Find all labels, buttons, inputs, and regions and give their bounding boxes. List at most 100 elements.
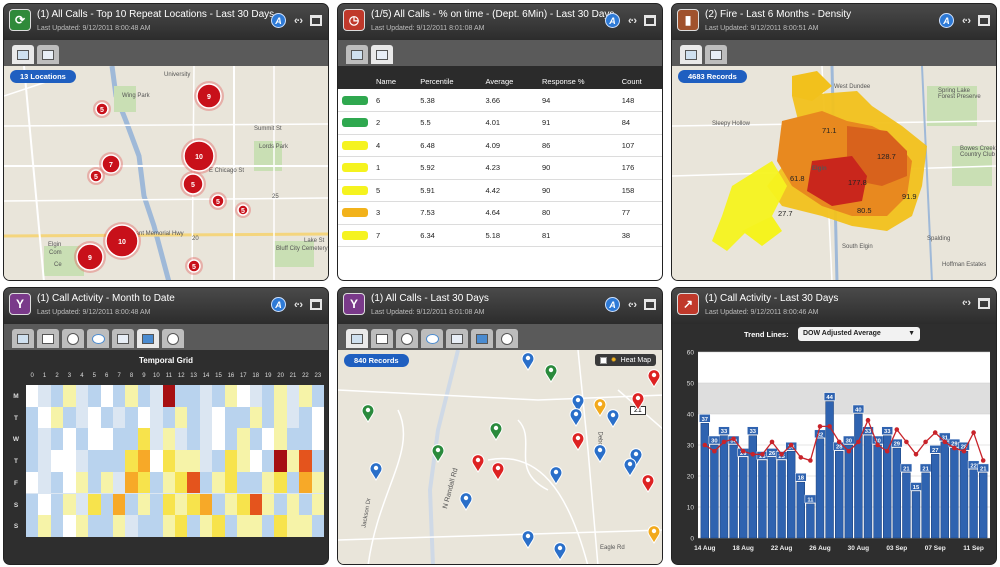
heat-map-toggle[interactable]: ✹ Heat Map — [594, 354, 656, 366]
heat-cell[interactable] — [75, 385, 89, 407]
trend-point[interactable] — [779, 452, 784, 457]
heat-cell[interactable] — [112, 493, 126, 516]
heat-cell[interactable] — [150, 471, 163, 494]
trend-point[interactable] — [865, 417, 871, 423]
bar[interactable] — [911, 491, 921, 539]
tab-table[interactable] — [705, 45, 727, 64]
heat-cell[interactable] — [137, 450, 151, 472]
cluster-marker[interactable]: 9 — [194, 81, 224, 111]
heat-cell[interactable] — [75, 471, 89, 494]
trend-point[interactable] — [846, 448, 852, 454]
trend-point[interactable] — [702, 442, 708, 448]
bar[interactable] — [873, 444, 882, 539]
heat-cell[interactable] — [88, 428, 101, 451]
table-row[interactable]: 1 5.92 4.23 90 176 — [338, 156, 662, 180]
incident-marker[interactable] — [489, 422, 503, 441]
heat-cell[interactable] — [311, 406, 325, 429]
heat-cell[interactable] — [274, 515, 287, 537]
heat-cell[interactable] — [286, 450, 300, 472]
heat-cell[interactable] — [88, 515, 101, 537]
bar[interactable] — [739, 457, 748, 539]
heat-cell[interactable] — [38, 450, 51, 472]
heat-cell[interactable] — [150, 450, 163, 472]
heat-cell[interactable] — [299, 428, 312, 451]
incident-marker[interactable] — [521, 352, 535, 371]
heat-cell[interactable] — [75, 428, 89, 451]
heat-cell[interactable] — [50, 385, 64, 407]
cluster-marker[interactable]: 5 — [185, 257, 203, 275]
heat-cell[interactable] — [125, 493, 138, 516]
maximize-icon[interactable] — [310, 15, 322, 26]
heat-cell[interactable] — [249, 406, 262, 429]
heat-cell[interactable] — [162, 493, 176, 516]
column-header[interactable]: Count — [617, 74, 662, 89]
refresh-icon[interactable]: ⟳ — [9, 9, 31, 31]
heat-cell[interactable] — [26, 428, 39, 451]
heat-cell[interactable] — [311, 385, 325, 407]
bar[interactable] — [825, 401, 834, 539]
heat-cell[interactable] — [199, 515, 213, 537]
heat-cell[interactable] — [311, 428, 325, 451]
heat-cell[interactable] — [112, 471, 126, 494]
incident-marker[interactable] — [361, 404, 375, 423]
trend-point[interactable] — [971, 430, 976, 435]
tab-stopwatch[interactable] — [162, 329, 184, 348]
heat-cell[interactable] — [299, 515, 312, 537]
tab-table[interactable] — [371, 45, 393, 64]
navigate-arrows-icon[interactable]: ‹·› — [294, 299, 303, 311]
trend-point[interactable] — [817, 424, 823, 429]
tab-map[interactable] — [346, 329, 368, 348]
heat-cell[interactable] — [261, 385, 275, 407]
heat-cell[interactable] — [162, 515, 176, 537]
heat-cell[interactable] — [38, 471, 51, 494]
heat-cell[interactable] — [63, 406, 76, 429]
navigate-arrows-icon[interactable]: ‹·› — [294, 15, 303, 27]
bar[interactable] — [796, 481, 805, 539]
bar[interactable] — [806, 503, 815, 539]
repeat-locations-map[interactable]: Wing Park University Summit St Lords Par… — [4, 66, 328, 280]
column-header[interactable]: Name — [372, 74, 417, 89]
tab-stopwatch[interactable] — [496, 329, 518, 348]
heat-cell[interactable] — [299, 406, 312, 429]
auto-refresh-icon[interactable]: A — [605, 297, 620, 312]
heat-cell[interactable] — [261, 428, 275, 451]
heat-cell[interactable] — [38, 406, 51, 429]
bar[interactable] — [700, 423, 709, 539]
table-row[interactable]: 2 5.5 4.01 91 84 — [338, 111, 662, 135]
heat-cell[interactable] — [162, 385, 176, 407]
table-row[interactable]: 7 6.34 5.18 81 38 — [338, 224, 662, 247]
fire-icon[interactable]: ▮ — [677, 9, 699, 31]
heat-cell[interactable] — [150, 515, 163, 537]
cluster-marker[interactable]: 5 — [235, 202, 251, 218]
heat-cell[interactable] — [212, 428, 225, 451]
tab-table[interactable] — [112, 329, 134, 348]
heat-cell[interactable] — [237, 515, 250, 537]
trend-point[interactable] — [750, 452, 756, 457]
navigate-arrows-icon[interactable]: ‹·› — [628, 15, 637, 27]
heat-cell[interactable] — [50, 428, 64, 451]
trend-point[interactable] — [788, 442, 794, 448]
navigate-arrows-icon[interactable]: ‹·› — [628, 299, 637, 311]
bar[interactable] — [969, 469, 978, 539]
heat-cell[interactable] — [150, 385, 163, 407]
heat-cell[interactable] — [187, 385, 200, 407]
bar[interactable] — [777, 460, 786, 539]
tab-temporal-grid[interactable] — [137, 329, 159, 348]
heat-cell[interactable] — [249, 428, 262, 451]
bar[interactable] — [767, 457, 777, 539]
heat-cell[interactable] — [199, 493, 213, 516]
calls-map[interactable]: N Randall Rd Jackson Dr Deborah Eagle Rd… — [338, 350, 662, 564]
trend-point[interactable] — [942, 439, 948, 445]
heat-cell[interactable] — [26, 385, 39, 407]
cluster-marker[interactable]: 5 — [180, 171, 206, 197]
heat-cell[interactable] — [125, 428, 138, 451]
cluster-marker[interactable]: 10 — [103, 222, 141, 260]
heat-cell[interactable] — [286, 428, 300, 451]
auto-refresh-icon[interactable]: A — [939, 13, 954, 28]
heat-cell[interactable] — [187, 450, 200, 472]
heat-cell[interactable] — [286, 515, 300, 537]
trend-point[interactable] — [932, 430, 938, 435]
heat-cell[interactable] — [299, 385, 312, 407]
table-row[interactable]: 5 5.91 4.42 90 158 — [338, 179, 662, 202]
heat-cell[interactable] — [175, 515, 188, 537]
